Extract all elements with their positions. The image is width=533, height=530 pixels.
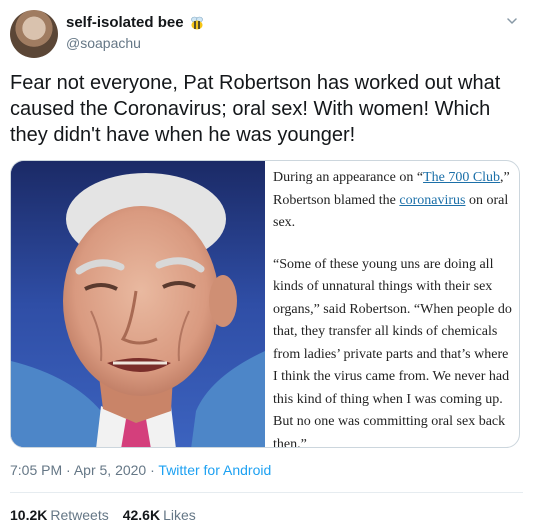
retweets-label: Retweets [50,507,109,523]
tweet-text: Fear not everyone, Pat Robertson has wor… [10,72,501,146]
meta-separator: · [150,462,155,478]
article-text: During an appearance on “ [273,170,424,185]
meta-separator: · [66,462,71,478]
likes-stat[interactable]: 42.6K Likes [123,507,196,523]
portrait-image [11,161,265,447]
tweet-card: self-isolated bee @soapachu Fear not eve… [0,0,533,530]
tweet-stats: 10.2K Retweets 42.6K Likes [10,507,196,523]
author-name-row[interactable]: self-isolated bee [66,14,205,31]
tweet-date[interactable]: Apr 5, 2020 [74,462,146,478]
likes-label: Likes [163,507,196,523]
chevron-down-icon[interactable] [505,14,519,28]
link-the-700-club[interactable]: The 700 Club [423,170,500,185]
tweet-meta: 7:05 PM · Apr 5, 2020 · Twitter for Andr… [10,462,271,478]
tweet-source-link[interactable]: Twitter for Android [158,462,271,478]
article-paragraph-1: During an appearance on “The 700 Club,” … [273,167,513,235]
retweets-stat[interactable]: 10.2K Retweets [10,507,109,523]
avatar[interactable] [10,10,58,58]
divider [10,492,523,493]
tweet-time[interactable]: 7:05 PM [10,462,62,478]
retweets-count: 10.2K [10,507,48,523]
user-handle[interactable]: @soapachu [66,35,141,51]
media-attachment[interactable]: During an appearance on “The 700 Club,” … [10,160,520,448]
article-paragraph-2: “Some of these young uns are doing all k… [273,256,512,448]
likes-count: 42.6K [122,507,161,523]
article-photo[interactable] [11,161,265,447]
bee-icon [190,16,203,29]
article-excerpt: During an appearance on “The 700 Club,” … [273,167,513,448]
display-name[interactable]: self-isolated bee [66,14,184,31]
link-coronavirus[interactable]: coronavirus [399,193,465,208]
